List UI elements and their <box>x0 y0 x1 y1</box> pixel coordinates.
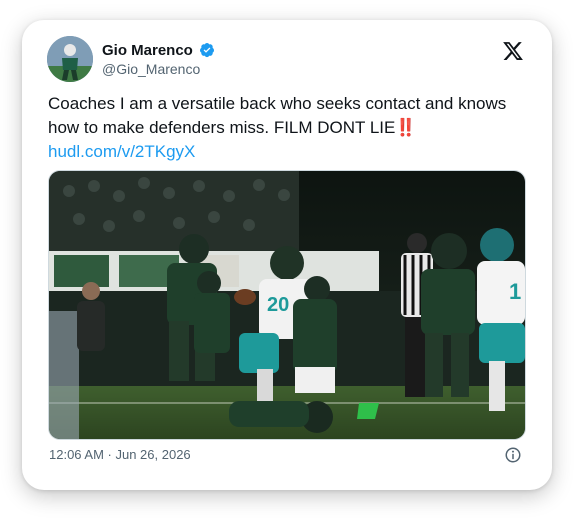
info-icon[interactable] <box>504 446 522 464</box>
name-row: Gio Marenco <box>102 40 215 60</box>
tweet-body: Coaches I am a versatile back who seeks … <box>48 92 518 164</box>
svg-text:1: 1 <box>509 279 521 304</box>
tweet-card[interactable]: Gio Marenco @Gio_Marenco Coaches I am a … <box>32 28 540 480</box>
x-logo-icon[interactable] <box>502 40 524 62</box>
tweet-timestamp[interactable]: 12:06 AM · Jun 26, 2026 <box>49 447 191 462</box>
media-photo[interactable]: 20 1 <box>48 170 526 440</box>
user-handle[interactable]: @Gio_Marenco <box>102 61 200 77</box>
tweet-text: Coaches I am a versatile back who seeks … <box>48 94 507 137</box>
avatar-photo-icon <box>47 36 93 82</box>
svg-text:20: 20 <box>267 294 289 316</box>
double-exclamation-emoji: ‼️ <box>395 118 417 137</box>
football-photo-image: 20 1 <box>49 171 525 439</box>
display-name[interactable]: Gio Marenco <box>102 42 193 59</box>
avatar[interactable] <box>47 36 93 82</box>
verified-badge-icon <box>199 43 214 58</box>
tweet-link[interactable]: hudl.com/v/2TKgyX <box>48 140 195 164</box>
